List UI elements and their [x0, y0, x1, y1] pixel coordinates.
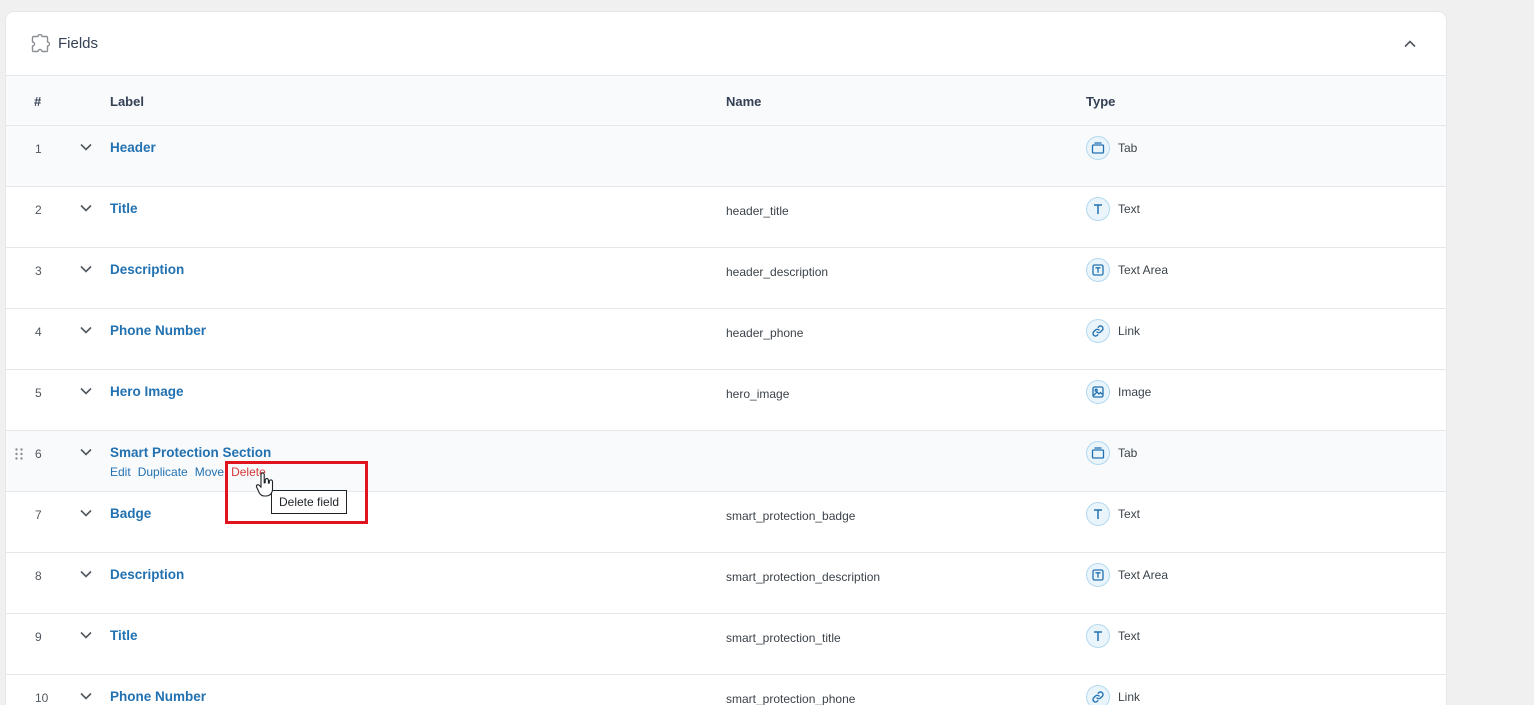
- chevron-down-icon[interactable]: [79, 323, 93, 337]
- table-row[interactable]: 3 Description header_description Text Ar…: [6, 248, 1446, 309]
- field-name: smart_protection_badge: [726, 509, 856, 523]
- field-label[interactable]: Hero Image: [110, 384, 184, 399]
- table-row[interactable]: 1 Header Tab: [6, 126, 1446, 187]
- field-type-label: Text Area: [1118, 568, 1169, 582]
- link-icon: [1086, 685, 1110, 705]
- fields-list: 1 Header Tab 2 Title header_title Text 3…: [6, 126, 1446, 705]
- panel-title: Fields: [58, 35, 99, 52]
- field-label[interactable]: Phone Number: [110, 689, 206, 704]
- row-number: 4: [35, 325, 42, 339]
- column-header-name: Name: [726, 94, 762, 109]
- textarea-icon: [1086, 258, 1110, 282]
- field-name: header_phone: [726, 326, 804, 340]
- row-actions: Edit Duplicate Move Delete: [110, 465, 273, 479]
- row-number: 6: [35, 447, 42, 461]
- chevron-down-icon[interactable]: [79, 628, 93, 642]
- column-header-num: #: [34, 94, 42, 109]
- row-number: 3: [35, 264, 42, 278]
- text-icon: [1086, 502, 1110, 526]
- chevron-down-icon[interactable]: [79, 689, 93, 703]
- field-type: Text: [1086, 624, 1140, 648]
- field-type: Tab: [1086, 441, 1137, 465]
- hand-cursor-icon: [254, 472, 276, 498]
- link-icon: [1086, 319, 1110, 343]
- table-row[interactable]: 7 Badge smart_protection_badge Text: [6, 492, 1446, 553]
- edit-link[interactable]: Edit: [110, 465, 131, 479]
- row-number: 5: [35, 386, 42, 400]
- field-label[interactable]: Header: [110, 140, 156, 155]
- field-type: Text: [1086, 502, 1140, 526]
- field-label[interactable]: Title: [110, 628, 138, 643]
- column-header-type: Type: [1086, 94, 1116, 109]
- chevron-down-icon[interactable]: [79, 445, 93, 459]
- field-type-label: Text: [1118, 507, 1141, 521]
- row-number: 10: [35, 691, 49, 705]
- row-number: 7: [35, 508, 42, 522]
- chevron-down-icon[interactable]: [79, 567, 93, 581]
- chevron-up-icon[interactable]: [1400, 34, 1420, 54]
- field-type: Text Area: [1086, 258, 1168, 282]
- field-label[interactable]: Phone Number: [110, 323, 206, 338]
- field-type-label: Image: [1118, 385, 1152, 399]
- row-number: 8: [35, 569, 42, 583]
- field-label[interactable]: Title: [110, 201, 138, 216]
- field-type-label: Link: [1118, 690, 1141, 704]
- field-type-label: Tab: [1118, 141, 1138, 155]
- field-name: header_title: [726, 204, 789, 218]
- table-row[interactable]: 2 Title header_title Text: [6, 187, 1446, 248]
- field-name: smart_protection_phone: [726, 692, 856, 705]
- field-name: header_description: [726, 265, 829, 279]
- field-type: Image: [1086, 380, 1151, 404]
- chevron-down-icon[interactable]: [79, 506, 93, 520]
- fields-panel: Fields # Label Name Type 1 Header Tab 2 …: [6, 12, 1446, 705]
- field-name: smart_protection_title: [726, 631, 841, 645]
- drag-handle-icon[interactable]: [14, 447, 24, 461]
- row-number: 9: [35, 630, 42, 644]
- image-icon: [1086, 380, 1110, 404]
- chevron-down-icon[interactable]: [79, 384, 93, 398]
- table-row[interactable]: 10 Phone Number smart_protection_phone L…: [6, 675, 1446, 705]
- field-type: Text: [1086, 197, 1140, 221]
- tab-icon: [1086, 441, 1110, 465]
- field-label[interactable]: Description: [110, 567, 184, 582]
- table-row[interactable]: 6 Smart Protection Section Edit Duplicat…: [6, 431, 1446, 492]
- column-header-label: Label: [110, 94, 144, 109]
- duplicate-link[interactable]: Duplicate: [138, 465, 188, 479]
- table-row[interactable]: 8 Description smart_protection_descripti…: [6, 553, 1446, 614]
- field-type: Link: [1086, 685, 1140, 705]
- row-number: 1: [35, 142, 42, 156]
- table-row[interactable]: 4 Phone Number header_phone Link: [6, 309, 1446, 370]
- chevron-down-icon[interactable]: [79, 262, 93, 276]
- textarea-icon: [1086, 563, 1110, 587]
- field-label[interactable]: Description: [110, 262, 184, 277]
- field-type-label: Link: [1118, 324, 1141, 338]
- field-label[interactable]: Badge: [110, 506, 151, 521]
- tab-icon: [1086, 136, 1110, 160]
- table-header: # Label Name Type: [6, 76, 1446, 126]
- field-type: Tab: [1086, 136, 1137, 160]
- text-icon: [1086, 197, 1110, 221]
- chevron-down-icon[interactable]: [79, 140, 93, 154]
- table-row[interactable]: 9 Title smart_protection_title Text: [6, 614, 1446, 675]
- table-row[interactable]: 5 Hero Image hero_image Image: [6, 370, 1446, 431]
- field-name: smart_protection_description: [726, 570, 881, 584]
- field-type-label: Text: [1118, 629, 1141, 643]
- delete-tooltip: Delete field: [271, 490, 348, 514]
- field-name: hero_image: [726, 387, 790, 401]
- text-icon: [1086, 624, 1110, 648]
- chevron-down-icon[interactable]: [79, 201, 93, 215]
- field-type: Text Area: [1086, 563, 1168, 587]
- field-type-label: Text Area: [1118, 263, 1169, 277]
- row-number: 2: [35, 203, 42, 217]
- puzzle-icon: [30, 33, 50, 54]
- field-type-label: Text: [1118, 202, 1141, 216]
- move-link[interactable]: Move: [195, 465, 224, 479]
- field-label[interactable]: Smart Protection Section: [110, 445, 271, 460]
- field-type: Link: [1086, 319, 1140, 343]
- field-type-label: Tab: [1118, 446, 1138, 460]
- panel-header[interactable]: Fields: [6, 12, 1446, 76]
